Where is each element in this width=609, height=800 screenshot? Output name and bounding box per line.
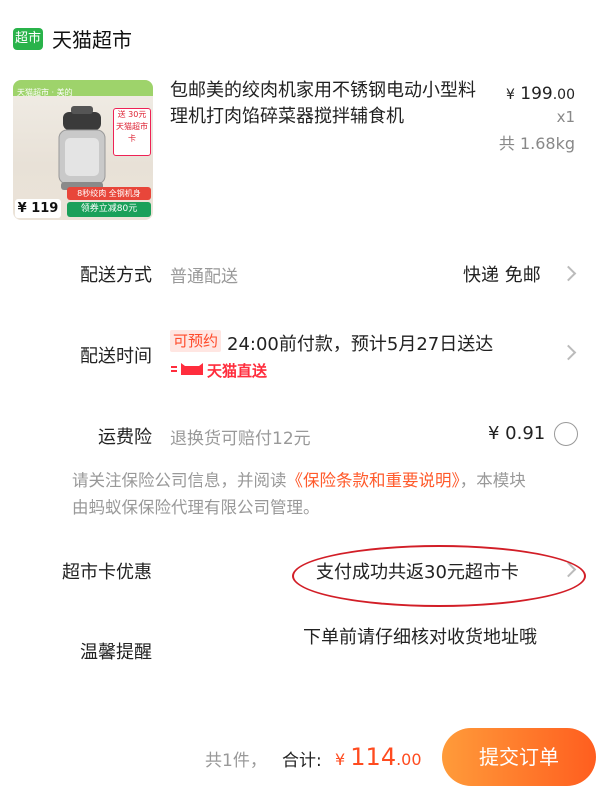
total-amount: ¥ 114.00: [335, 743, 422, 771]
delivery-method-right[interactable]: 快递 免邮: [463, 261, 541, 287]
card-discount-label: 超市卡优惠: [62, 562, 152, 583]
store-name[interactable]: 天猫超市: [52, 24, 132, 53]
price-symbol: ¥: [505, 87, 515, 103]
total-integer: 114: [350, 743, 397, 771]
reminder-text: 下单前请仔细核对收货地址哦: [303, 627, 537, 648]
product-price: ¥ 199.00: [506, 84, 575, 104]
thumb-top-strip: 天猫超市 · 美的: [13, 80, 153, 97]
store-badge: 超市: [13, 28, 43, 50]
product-weight: 共 1.68kg: [498, 134, 575, 153]
thumb-gift-tag: 送 30元 天猫超市卡: [113, 108, 151, 156]
reminder-label: 温馨提醒: [80, 642, 152, 663]
delivery-time-label: 配送时间: [80, 346, 152, 367]
thumb-promo-label: 8秒绞肉 全钢机身: [67, 187, 151, 200]
highlight-oval: [292, 545, 586, 607]
price-integer: 199: [520, 84, 553, 104]
insurance-price: ¥ 0.91: [488, 423, 546, 444]
total-label: 合计:: [282, 751, 322, 771]
product-quantity: x1: [556, 108, 575, 126]
meat-grinder-icon: [58, 106, 106, 190]
thumb-strip-text: 天猫超市 · 美的: [17, 88, 73, 97]
delivery-method-label: 配送方式: [80, 265, 152, 286]
insurance-notice: 请关注保险公司信息，并阅读《保险条款和重要说明》，本模块由蚂蚁保保险代理有限公司…: [72, 467, 542, 521]
product-title[interactable]: 包邮美的绞肉机家用不锈钢电动小型料理机打肉馅碎菜器搅拌辅食机: [170, 78, 490, 130]
item-count: 共1件，: [205, 751, 267, 771]
total-decimal: .00: [396, 750, 422, 769]
notice-text-pre: 请关注保险公司信息，并阅读: [72, 471, 287, 490]
preorder-badge: 可预约: [170, 330, 222, 352]
insurance-desc: 退换货可赔付12元: [170, 429, 311, 449]
thumb-price: ¥ 119: [15, 199, 61, 218]
insurance-label: 运费险: [98, 427, 152, 448]
product-image[interactable]: 天猫超市 · 美的 送 30元 天猫超市卡 8秒绞肉 全钢机身 ¥ 119 领券…: [13, 80, 153, 220]
delivery-time-text[interactable]: 24:00前付款，预计5月27日送达: [227, 330, 493, 356]
chevron-right-icon[interactable]: [560, 265, 577, 282]
thumb-coupon: 领券立减80元: [67, 202, 151, 217]
tmall-direct-label: 天猫直送: [207, 362, 268, 380]
delivery-method-value: 普通配送: [170, 267, 238, 287]
submit-order-button[interactable]: 提交订单: [442, 728, 596, 786]
insurance-radio[interactable]: [554, 422, 578, 446]
tmall-cat-icon: [171, 363, 203, 375]
insurance-terms-link[interactable]: 《保险条款和重要说明》: [287, 471, 460, 490]
total-symbol: ¥: [335, 750, 346, 769]
price-decimal: .00: [552, 87, 575, 103]
chevron-right-icon[interactable]: [560, 344, 577, 361]
